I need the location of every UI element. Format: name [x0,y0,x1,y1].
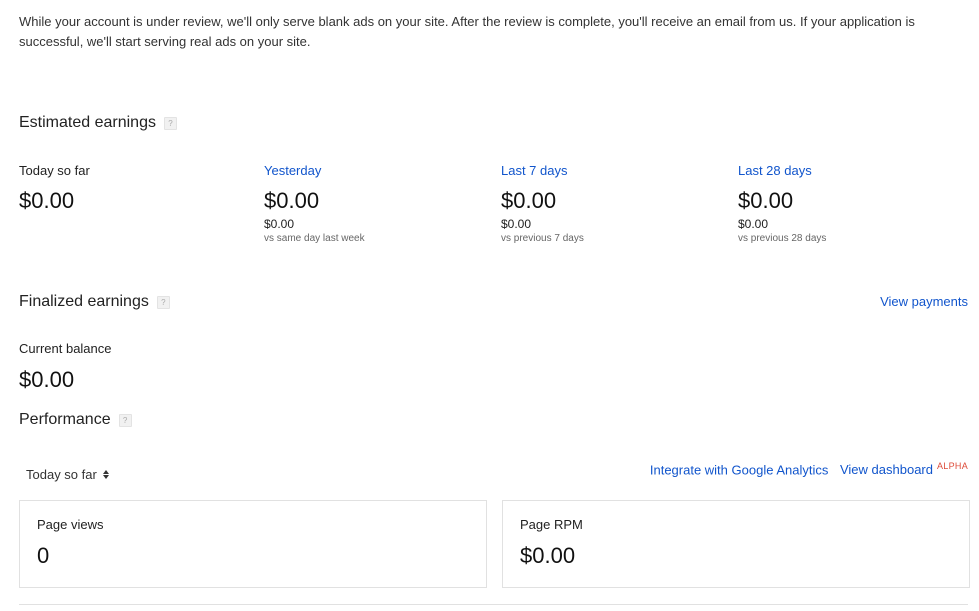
current-balance-label: Current balance [19,341,112,356]
page-views-card: Page views 0 [19,500,487,588]
earnings-yesterday-previous: $0.00 [264,217,295,231]
earnings-yesterday-link[interactable]: Yesterday [264,162,365,180]
earnings-yesterday-compare: vs same day last week [264,233,365,244]
divider [19,604,968,605]
earnings-last-7-days-link[interactable]: Last 7 days [501,162,584,180]
earnings-last-7-days-compare: vs previous 7 days [501,233,584,244]
estimated-earnings-title: Estimated earnings [19,114,156,131]
earnings-last-7-days: Last 7 days $0.00 $0.00 vs previous 7 da… [501,162,584,246]
earnings-today-value: $0.00 [19,188,75,213]
earnings-last-28-days-compare: vs previous 28 days [738,233,827,244]
page-views-label: Page views [37,517,104,532]
help-icon[interactable]: ? [163,116,177,130]
estimated-earnings-heading: Estimated earnings ? [19,112,177,134]
current-balance-value: $0.00 [19,367,75,392]
page-rpm-value: $0.00 [520,543,576,568]
page-rpm-label: Page RPM [520,517,583,532]
earnings-last-28-days-link[interactable]: Last 28 days [738,162,826,180]
integrate-analytics-link[interactable]: Integrate with Google Analytics [650,462,829,477]
earnings-last-28-days-value: $0.00 [738,188,794,213]
page-views-value: 0 [37,543,50,568]
performance-title: Performance [19,411,111,428]
earnings-last-7-days-previous: $0.00 [501,217,532,231]
finalized-earnings-heading: Finalized earnings ? [19,291,170,313]
earnings-last-7-days-value: $0.00 [501,188,557,213]
finalized-earnings-title: Finalized earnings [19,293,149,310]
performance-heading: Performance ? [19,409,132,431]
period-select-value: Today so far [26,466,97,482]
page-rpm-card: Page RPM $0.00 [502,500,970,588]
sort-arrows-icon [102,469,109,479]
earnings-today-label: Today so far [19,163,90,178]
period-select[interactable]: Today so far [26,465,109,483]
view-payments-link[interactable]: View payments [880,294,968,309]
alpha-badge: ALPHA [936,461,968,471]
view-dashboard-link[interactable]: View dashboard [840,462,933,477]
earnings-today: Today so far $0.00 [19,162,90,214]
help-icon[interactable]: ? [156,295,170,309]
earnings-yesterday: Yesterday $0.00 $0.00 vs same day last w… [264,162,365,246]
review-notice: While your account is under review, we'l… [19,14,915,49]
help-icon[interactable]: ? [118,413,132,427]
earnings-last-28-days-previous: $0.00 [738,217,769,231]
earnings-last-28-days: Last 28 days $0.00 $0.00 vs previous 28 … [738,162,826,246]
performance-links: Integrate with Google Analytics View das… [650,461,968,477]
earnings-yesterday-value: $0.00 [264,188,320,213]
